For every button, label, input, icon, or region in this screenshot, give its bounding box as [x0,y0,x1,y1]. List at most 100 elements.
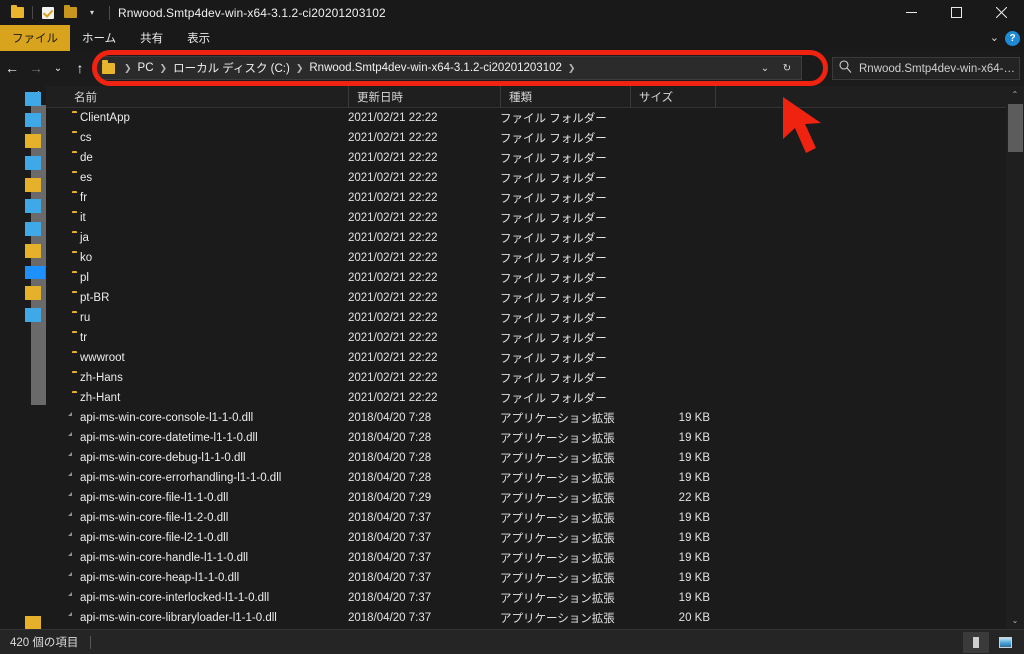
table-row[interactable]: ClientApp 2021/02/21 22:22 ファイル フォルダー [46,108,1006,128]
nav-pane-item-3[interactable] [25,134,41,148]
scroll-thumb[interactable] [1008,104,1023,152]
table-row[interactable]: es 2021/02/21 22:22 ファイル フォルダー [46,168,1006,188]
scroll-up-icon[interactable]: ⌃ [1006,86,1024,103]
breadcrumb-item-current-folder[interactable]: Rnwood.Smtp4dev-win-x64-3.1.2-ci20201203… [308,62,563,74]
file-size-label: 19 KB [678,552,710,564]
address-folder-icon [102,60,115,74]
column-header-2[interactable]: 更新日時 [348,86,500,108]
file-size-label: 20 KB [678,612,710,624]
breadcrumb-item-local-disk[interactable]: ローカル ディスク (C:) [172,60,291,76]
breadcrumb-separator: ❯ [295,62,304,73]
refresh-icon[interactable]: ↻ [777,57,797,79]
qat-folder-icon[interactable] [6,0,28,25]
table-row[interactable]: wwwroot 2021/02/21 22:22 ファイル フォルダー [46,348,1006,368]
nav-pane-item-9[interactable] [25,266,45,279]
table-row[interactable]: zh-Hant 2021/02/21 22:22 ファイル フォルダー [46,388,1006,408]
recent-locations-chevron-icon[interactable]: ⌄ [48,51,68,85]
address-dropdown-icon[interactable]: ⌄ [755,57,775,79]
file-list[interactable]: ClientApp 2021/02/21 22:22 ファイル フォルダー cs 202… [46,108,1006,629]
file-type-label: ファイル フォルダー [500,153,607,165]
file-type-label: ファイル フォルダー [500,393,607,405]
help-icon[interactable]: ? [1005,30,1020,46]
nav-pane-item-2[interactable] [25,113,41,127]
nav-pane-item-10[interactable] [25,286,41,300]
file-icon-slot [46,592,72,604]
search-icon [839,59,852,78]
table-row[interactable]: api-ms-win-core-file-l1-2-0.dll 2018/04/2… [46,508,1006,528]
tab-file[interactable]: ファイル [0,25,70,51]
breadcrumb-separator-trailing[interactable]: ❯ [563,63,581,74]
tab-share[interactable]: 共有 [128,25,175,51]
file-type-label: アプリケーション拡張 [500,593,615,605]
table-row[interactable]: zh-Hans 2021/02/21 22:22 ファイル フォルダー [46,368,1006,388]
table-row[interactable]: tr 2021/02/21 22:22 ファイル フォルダー [46,328,1006,348]
table-row[interactable]: api-ms-win-core-file-l2-1-0.dll 2018/04/2… [46,528,1006,548]
table-row[interactable]: api-ms-win-core-console-l1-1-0.dll 2018/0… [46,408,1006,428]
column-header-4[interactable]: サイズ [630,86,715,108]
nav-pane-item-8[interactable] [25,244,41,258]
file-date-label: 2021/02/21 22:22 [348,232,438,244]
chevron-down-icon[interactable]: ⌄ [990,32,999,44]
file-type-label: ファイル フォルダー [500,173,607,185]
file-size-label: 19 KB [678,592,710,604]
forward-button[interactable]: → [24,51,48,85]
file-name-cell: api-ms-win-core-debug-l1-1-0.dll [46,452,246,464]
table-row[interactable]: ru 2021/02/21 22:22 ファイル フォルダー [46,308,1006,328]
minimize-button[interactable] [889,0,934,25]
table-row[interactable]: cs 2021/02/21 22:22 ファイル フォルダー [46,128,1006,148]
table-row[interactable]: api-ms-win-core-file-l1-1-0.dll 2018/04/2… [46,488,1006,508]
file-name-label: api-ms-win-core-file-l1-2-0.dll [80,512,229,524]
scroll-down-icon[interactable]: ⌄ [1006,612,1024,629]
details-view-button[interactable] [963,631,989,653]
status-bar: 420 個の項目 [0,629,1024,654]
tab-home[interactable]: ホーム [70,25,128,51]
file-icon-slot [46,472,72,484]
file-name-label: pt-BR [80,292,110,304]
table-row[interactable]: ko 2021/02/21 22:22 ファイル フォルダー [46,248,1006,268]
table-row[interactable]: api-ms-win-core-datetime-l1-1-0.dll 2018/… [46,428,1006,448]
table-row[interactable]: api-ms-win-core-debug-l1-1-0.dll 2018/04/… [46,448,1006,468]
close-button[interactable] [979,0,1024,25]
address-input[interactable]: ❯ PC ❯ ローカル ディスク (C:) ❯ Rnwood.Smtp4dev-… [96,56,802,80]
table-row[interactable]: api-ms-win-core-heap-l1-1-0.dll 2018/04/2… [46,568,1006,588]
file-name-label: pl [80,272,89,284]
table-row[interactable]: api-ms-win-core-handle-l1-1-0.dll 2018/04… [46,548,1006,568]
maximize-button[interactable] [934,0,979,25]
nav-pane-item-11[interactable] [25,308,41,322]
large-icons-view-button[interactable] [992,632,1018,653]
search-input[interactable]: Rnwood.Smtp4dev-win-x64-3... [832,57,1020,80]
up-button[interactable]: ↑ [68,51,92,85]
navigation-pane[interactable]: ⌃ ⌄ [0,86,46,629]
back-button[interactable]: ← [0,51,24,85]
nav-pane-item-7[interactable] [25,222,41,236]
nav-pane-item-6[interactable] [25,199,41,213]
qat-properties-checkbox-icon[interactable] [37,0,59,25]
nav-pane-item-last[interactable] [25,616,41,629]
table-row[interactable]: it 2021/02/21 22:22 ファイル フォルダー [46,208,1006,228]
table-row[interactable]: api-ms-win-core-errorhandling-l1-1-0.dll… [46,468,1006,488]
address-bar-actions: ⌄ ↻ [755,57,799,79]
table-row[interactable]: api-ms-win-core-interlocked-l1-1-0.dll 20… [46,588,1006,608]
qat-customize-chevron-icon[interactable]: ▾ [81,0,103,25]
file-date-label: 2018/04/20 7:37 [348,512,432,524]
column-header-divider [715,86,725,108]
table-row[interactable]: api-ms-win-core-libraryloader-l1-1-0.dll… [46,608,1006,628]
folder-icon-slot [46,110,77,124]
table-row[interactable]: ja 2021/02/21 22:22 ファイル フォルダー [46,228,1006,248]
column-header-3[interactable]: 種類 [500,86,630,108]
nav-pane-item-4[interactable] [25,156,41,170]
table-row[interactable]: de 2021/02/21 22:22 ファイル フォルダー [46,148,1006,168]
nav-pane-item-5[interactable] [25,178,41,192]
tab-view[interactable]: 表示 [175,25,222,51]
table-row[interactable]: pt-BR 2021/02/21 22:22 ファイル フォルダー [46,288,1006,308]
table-row[interactable]: fr 2021/02/21 22:22 ファイル フォルダー [46,188,1006,208]
nav-pane-item-1[interactable] [25,92,41,106]
breadcrumb-item-pc[interactable]: PC [137,62,155,74]
qat-new-folder-icon[interactable] [59,0,81,25]
table-row[interactable]: pl 2021/02/21 22:22 ファイル フォルダー [46,268,1006,288]
folder-icon-slot [46,270,77,284]
column-header-1[interactable]: 名前 [66,86,348,108]
file-name-cell: pt-BR [46,290,110,304]
file-list-scrollbar[interactable]: ⌃ ⌄ [1006,86,1024,629]
file-name-label: zh-Hans [80,372,123,384]
